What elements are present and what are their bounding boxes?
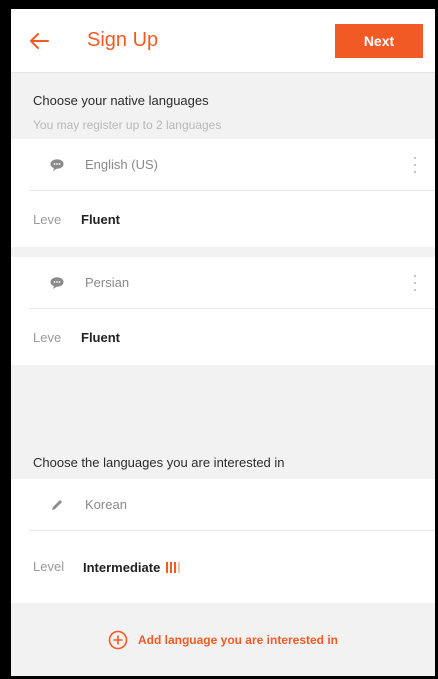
level-label: Leve bbox=[33, 329, 62, 345]
more-options-icon[interactable] bbox=[413, 157, 417, 173]
next-button[interactable]: Next bbox=[335, 23, 423, 58]
level-value: Fluent bbox=[81, 329, 120, 345]
interested-section-title: Choose the languages you are interested … bbox=[33, 455, 285, 470]
language-name: Korean bbox=[85, 497, 127, 512]
level-row[interactable]: Leve Fluent bbox=[11, 191, 435, 247]
language-name: Persian bbox=[85, 275, 130, 290]
level-row[interactable]: Leve Fluent bbox=[11, 309, 435, 365]
native-section-header: Choose your native languages You may reg… bbox=[11, 73, 435, 139]
language-row[interactable]: English (US) bbox=[29, 139, 435, 191]
level-label: Leve bbox=[33, 211, 62, 227]
more-options-icon[interactable] bbox=[413, 275, 417, 291]
divider bbox=[11, 247, 435, 257]
interested-section-header: Choose the languages you are interested … bbox=[11, 437, 435, 479]
add-language-label: Add language you are interested in bbox=[137, 633, 339, 647]
native-language-card: Persian Leve Fluent bbox=[11, 257, 435, 365]
speech-bubble-icon bbox=[47, 155, 67, 175]
speech-bubble-icon bbox=[47, 273, 67, 293]
back-arrow-icon[interactable] bbox=[25, 27, 53, 55]
level-bars-icon bbox=[166, 561, 181, 573]
add-circle-icon bbox=[108, 630, 128, 650]
interested-language-card: Korean Level Intermediate bbox=[11, 479, 435, 603]
native-section-title: Choose your native languages bbox=[33, 93, 209, 108]
pencil-icon bbox=[47, 495, 67, 515]
header: Sign Up Next bbox=[11, 9, 435, 73]
language-row[interactable]: Persian bbox=[29, 257, 435, 309]
language-row[interactable]: Korean bbox=[29, 479, 435, 531]
level-value-text: Intermediate bbox=[83, 559, 161, 575]
level-label: Level bbox=[33, 559, 65, 574]
native-section-subtitle: You may register up to 2 languages bbox=[33, 118, 222, 132]
level-value: Intermediate bbox=[83, 559, 181, 575]
page-title: Sign Up bbox=[87, 29, 159, 51]
app-frame: Sign Up Next Choose your native language… bbox=[11, 9, 435, 676]
add-language-button[interactable]: Add language you are interested in bbox=[11, 604, 435, 676]
level-value: Fluent bbox=[81, 211, 120, 227]
native-language-card: English (US) Leve Fluent bbox=[11, 139, 435, 247]
language-name: English (US) bbox=[85, 157, 158, 172]
level-row[interactable]: Level Intermediate bbox=[11, 531, 435, 603]
